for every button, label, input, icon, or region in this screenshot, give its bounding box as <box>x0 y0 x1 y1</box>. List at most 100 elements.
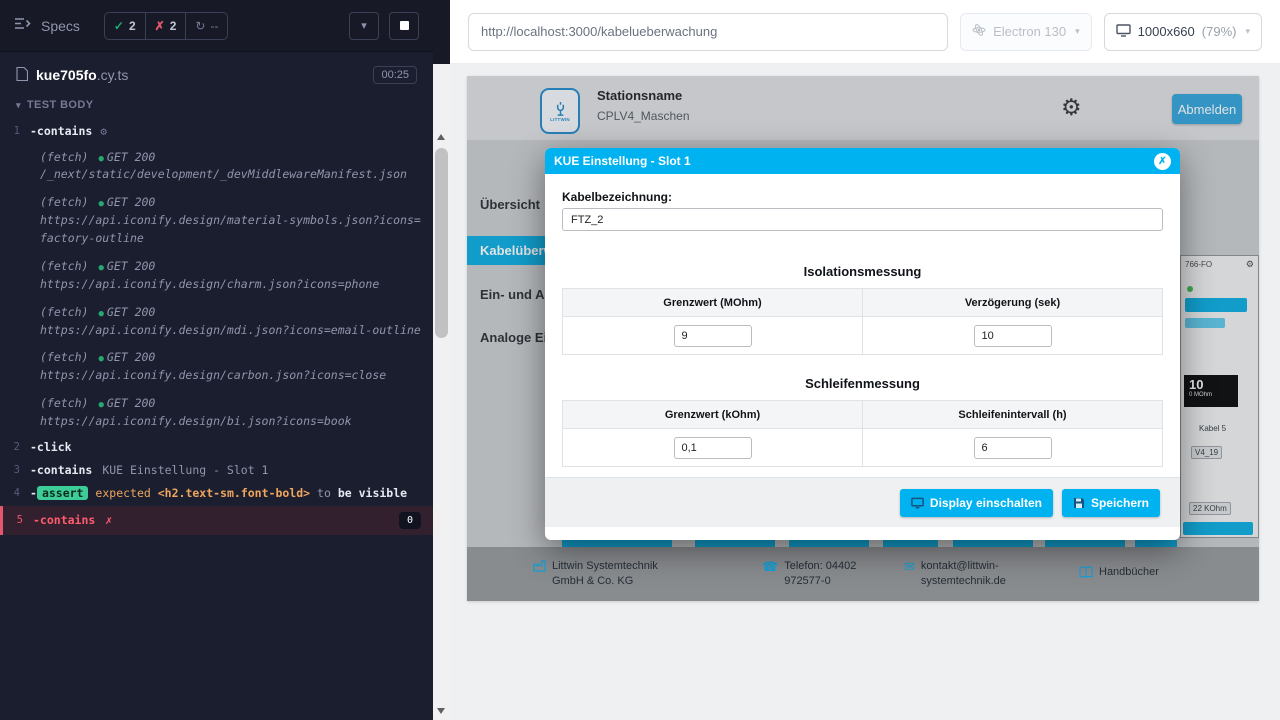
kabel-label: Kabelbezeichnung: <box>562 190 1163 204</box>
spec-file-icon <box>16 67 28 84</box>
kabelbezeichnung-input[interactable] <box>562 208 1163 231</box>
stat-pending: ↻ -- <box>186 13 227 39</box>
runner-stage: LITTWIN Stationsname CPLV4_Maschen ⚙ Abm… <box>450 64 1280 720</box>
test-body-toggle[interactable]: ▾ TEST BODY <box>0 92 433 118</box>
isolation-table: Grenzwert (MOhm) Verzögerung (sek) <box>562 288 1163 355</box>
fetch-method: GET 200 <box>107 150 155 164</box>
kue-settings-modal: KUE Einstellung - Slot 1 ✗ Kabelbezeichn… <box>545 148 1180 540</box>
schleifen-heading: Schleifenmessung <box>562 376 1163 391</box>
stop-icon <box>400 21 409 30</box>
reporter-scrollbar[interactable] <box>433 0 450 720</box>
save-button[interactable]: Speichern <box>1062 489 1160 517</box>
fetch-tag: (fetch) <box>40 350 88 364</box>
display-on-button[interactable]: Display einschalten <box>900 489 1053 517</box>
modal-footer: Display einschalten Speichern <box>545 477 1180 527</box>
browser-label: Electron 130 <box>993 24 1066 39</box>
test-body-label: TEST BODY <box>27 99 94 111</box>
fetch-method: GET 200 <box>107 350 155 364</box>
screen: Specs ✓ 2 ✗ 2 ↻ -- ▾ <box>0 0 1280 720</box>
fetch-url: https://api.iconify.design/carbon.json?i… <box>40 367 423 385</box>
isolation-heading: Isolationsmessung <box>562 264 1163 279</box>
stop-button[interactable] <box>389 12 419 40</box>
chevron-down-icon: ▾ <box>1245 26 1250 37</box>
command-log: 1 -contains⚙ (fetch)●GET 200 /_next/stat… <box>0 120 433 535</box>
network-log[interactable]: (fetch)●GET 200 https://api.iconify.desi… <box>0 189 433 253</box>
spec-header: kue705fo.cy.ts 00:25 <box>0 52 433 92</box>
command-number: 2 <box>0 439 30 456</box>
modal-body: Kabelbezeichnung: Isolationsmessung Gren… <box>545 174 1180 467</box>
modal-title: KUE Einstellung - Slot 1 <box>554 154 691 168</box>
status-dot-icon: ● <box>98 354 103 364</box>
command-row[interactable]: 2 -click <box>0 436 433 459</box>
fetch-method: GET 200 <box>107 259 155 273</box>
iso-col-grenzwert: Grenzwert (MOhm) <box>563 289 863 317</box>
command-row-assert[interactable]: 4 -assert expected <h2.text-sm.font-bold… <box>0 482 433 505</box>
scrollbar-track[interactable] <box>433 64 450 720</box>
restart-icon: ↻ <box>195 19 205 33</box>
command-number: 3 <box>0 462 30 479</box>
command-name: -contains <box>33 512 95 529</box>
command-argument: KUE Einstellung - Slot 1 <box>102 463 268 477</box>
fetch-url: https://api.iconify.design/bi.json?icons… <box>40 413 423 431</box>
network-log[interactable]: (fetch)●GET 200 https://api.iconify.desi… <box>0 253 433 299</box>
status-dot-icon: ● <box>98 400 103 410</box>
chevron-down-icon: ▾ <box>1075 26 1080 37</box>
floppy-icon <box>1073 497 1085 509</box>
iso-verzoegerung-input[interactable] <box>974 325 1052 347</box>
loop-intervall-input[interactable] <box>974 437 1052 459</box>
iso-grenzwert-input[interactable] <box>674 325 752 347</box>
command-row-failed[interactable]: 5 -contains ✗ 0 <box>0 506 433 535</box>
command-number: 4 <box>0 485 30 502</box>
url-bar[interactable]: http://localhost:3000/kabelueberwachung <box>468 13 948 51</box>
spec-duration: 00:25 <box>373 66 417 84</box>
status-dot-icon: ● <box>98 199 103 209</box>
fetch-url: /_next/static/development/_devMiddleware… <box>40 166 423 184</box>
viewport-zoom: (79%) <box>1202 24 1237 39</box>
assert-element: <h2.text-sm.font-bold> <box>158 486 310 500</box>
command-number: 1 <box>0 123 30 140</box>
command-row[interactable]: 3 -containsKUE Einstellung - Slot 1 <box>0 459 433 482</box>
fetch-method: GET 200 <box>107 305 155 319</box>
scroll-down-arrow[interactable] <box>437 708 445 714</box>
specs-menu-icon[interactable] <box>14 17 31 35</box>
command-row[interactable]: 1 -contains⚙ <box>0 120 433 144</box>
fetch-method: GET 200 <box>107 195 155 209</box>
reporter-header: Specs ✓ 2 ✗ 2 ↻ -- ▾ <box>0 0 433 52</box>
loop-col-grenzwert: Grenzwert (kOhm) <box>563 401 863 429</box>
command-name: -contains <box>30 124 92 138</box>
fetch-tag: (fetch) <box>40 259 88 273</box>
viewport-size: 1000x660 <box>1138 24 1195 39</box>
fetch-tag: (fetch) <box>40 396 88 410</box>
network-log[interactable]: (fetch)●GET 200 /_next/static/developmen… <box>0 144 433 190</box>
fetch-url: https://api.iconify.design/mdi.json?icon… <box>40 322 423 340</box>
electron-icon <box>972 23 986 40</box>
fetch-method: GET 200 <box>107 396 155 410</box>
command-number: 5 <box>3 512 33 529</box>
assert-visible: visible <box>359 486 407 500</box>
fetch-url: https://api.iconify.design/material-symb… <box>40 212 423 248</box>
monitor-icon <box>911 497 924 509</box>
fail-count-badge: 0 <box>399 512 421 529</box>
specs-link[interactable]: Specs <box>41 18 80 34</box>
network-log[interactable]: (fetch)●GET 200 https://api.iconify.desi… <box>0 299 433 345</box>
scrollbar-thumb[interactable] <box>435 148 448 338</box>
spec-name[interactable]: kue705fo <box>36 67 97 83</box>
network-log[interactable]: (fetch) ● GET 200 https://api.iconify.desi… <box>0 344 433 390</box>
test-stats: ✓ 2 ✗ 2 ↻ -- <box>104 12 229 40</box>
assert-expected: expected <box>95 486 150 500</box>
browser-selector[interactable]: Electron 130 ▾ <box>960 13 1092 51</box>
monitor-icon <box>1116 24 1131 40</box>
close-icon[interactable]: ✗ <box>1154 153 1171 170</box>
assert-to: to <box>317 486 331 500</box>
status-dot-icon: ● <box>98 309 103 319</box>
iso-col-verzoegerung: Verzögerung (sek) <box>863 289 1163 317</box>
loop-grenzwert-input[interactable] <box>674 437 752 459</box>
cypress-reporter: Specs ✓ 2 ✗ 2 ↻ -- ▾ <box>0 0 433 720</box>
network-log[interactable]: (fetch) ● GET 200 https://api.iconify.desi… <box>0 390 433 436</box>
failed-count: 2 <box>170 19 177 33</box>
modal-header: KUE Einstellung - Slot 1 ✗ <box>545 148 1180 174</box>
scroll-up-arrow[interactable] <box>437 134 445 140</box>
viewport-selector[interactable]: 1000x660 (79%) ▾ <box>1104 13 1262 51</box>
collapse-button[interactable]: ▾ <box>349 12 379 40</box>
pending-count: -- <box>210 19 218 33</box>
